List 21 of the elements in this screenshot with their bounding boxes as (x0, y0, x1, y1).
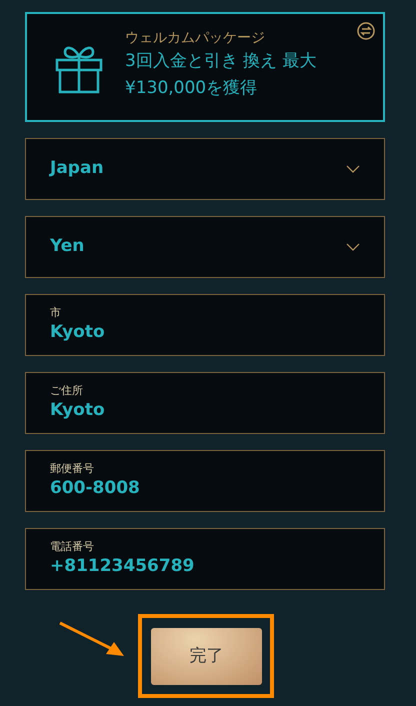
field-label: 郵便番号 (50, 462, 95, 476)
input-field[interactable]: 電話番号 +81123456789 (25, 528, 385, 590)
swap-icon[interactable] (357, 22, 375, 40)
input-field[interactable]: 市 Kyoto (25, 294, 385, 356)
field-label: 電話番号 (50, 540, 95, 554)
promo-title: ウェルカムパッケージ (125, 29, 266, 48)
chevron-down-icon (346, 165, 360, 173)
complete-button[interactable]: 完了 (151, 628, 262, 685)
select-field[interactable]: Yen (25, 216, 385, 278)
input-field[interactable]: ご住所 Kyoto (25, 372, 385, 434)
promo-offer: 3回入金と引き 換え 最大 ¥130,000を獲得 (125, 50, 318, 100)
chevron-down-icon (346, 243, 360, 251)
select-field[interactable]: Japan (25, 138, 385, 200)
field-value: Kyoto (50, 321, 106, 344)
field-value: +81123456789 (50, 555, 196, 578)
field-label: ご住所 (50, 384, 84, 398)
field-value: 600-8008 (50, 477, 141, 500)
input-field[interactable]: 郵便番号 600-8008 (25, 450, 385, 512)
field-label: 市 (50, 306, 62, 320)
field-value: Kyoto (50, 399, 106, 422)
arrow-drawing (58, 620, 126, 658)
